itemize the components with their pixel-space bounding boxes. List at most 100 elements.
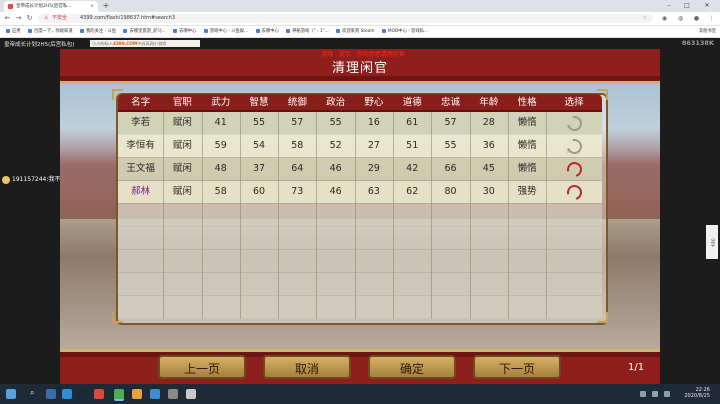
task-view-icon[interactable] (46, 389, 56, 399)
cell-wisdom: 37 (252, 163, 266, 174)
cell-politics: 46 (329, 163, 342, 174)
bookmark-icon (27, 28, 32, 33)
next-page-button[interactable]: 下一页 (473, 355, 561, 379)
warning-icon: ⚠ (44, 15, 49, 21)
cell-post: 赋闲 (172, 140, 192, 151)
cell-command: 58 (291, 140, 304, 151)
close-tab-icon[interactable]: × (90, 1, 94, 12)
ad-banner[interactable]: 小小的标入4399.COM中苏风网小游戏 (90, 40, 200, 47)
windows-start-icon[interactable] (6, 389, 16, 399)
folder-icon[interactable] (132, 389, 142, 399)
menu-icon[interactable]: ⋮ (707, 14, 716, 23)
cell-loyalty: 80 (444, 186, 457, 197)
prev-page-button[interactable]: 上一页 (158, 355, 246, 379)
app-icon-4[interactable] (186, 389, 196, 399)
close-window-icon[interactable]: ✕ (700, 0, 714, 12)
empty-table-row (118, 227, 602, 249)
network-icon[interactable] (652, 391, 658, 397)
system-clock[interactable]: 22:26 2020/8/25 (684, 387, 710, 399)
address-bar[interactable]: ⚠ 不安全 4399.com/flash/198637.htm#search3 … (38, 14, 653, 23)
column-header-trait: 性格 (517, 97, 537, 108)
cell-age: 45 (482, 163, 495, 174)
empty-table-row (118, 250, 602, 272)
cell-post: 赋闲 (172, 117, 192, 128)
cell-morality: 61 (406, 117, 419, 128)
reload-icon[interactable]: ↻ (25, 13, 34, 24)
back-icon[interactable]: ← (3, 13, 12, 24)
bookmark-item[interactable]: 去哪里旅游_驴马... (123, 26, 166, 37)
bookmark-item[interactable]: 去哪中心 (173, 26, 196, 37)
minimize-icon[interactable]: – (662, 0, 676, 12)
column-header-politics: 政治 (326, 97, 346, 108)
cell-ambition: 63 (367, 186, 380, 197)
other-bookmarks[interactable]: 其他书签 (699, 26, 716, 37)
bookmark-item[interactable]: MOD中心 - 游戏私... (381, 26, 428, 37)
bookmark-item[interactable]: 游戏中心 - 斗鱼娱... (203, 26, 248, 37)
game-canvas[interactable]: 游戏 · 提示 · 你的意思清理闲官 清理闲官 ➤ 上一页 取消 确定 下一页 … (60, 49, 660, 384)
bookmark-star-icon[interactable]: ☆ (643, 14, 647, 23)
cell-ambition: 29 (367, 163, 380, 174)
cell-post: 赋闲 (172, 163, 192, 174)
profile-icon[interactable]: ● (692, 14, 701, 23)
address-toolbar: ← → ↻ ⚠ 不安全 4399.com/flash/198637.htm#se… (0, 12, 720, 26)
cell-force: 48 (214, 163, 227, 174)
cell-command: 64 (291, 163, 304, 174)
column-header-loyalty: 忠诚 (441, 97, 461, 108)
app-icon-3[interactable] (168, 389, 178, 399)
bookmark-icon (286, 28, 291, 33)
avatar (2, 175, 10, 184)
bookmark-item[interactable]: 去哪中心 (255, 26, 279, 37)
column-header-wisdom: 智慧 (249, 97, 269, 108)
tray-icon[interactable] (640, 391, 646, 397)
cell-name: 王文福 (126, 163, 155, 174)
chrome-icon[interactable] (114, 389, 124, 401)
cell-command: 57 (291, 117, 304, 128)
bookmark-item[interactable]: 欢迎来到 Steam (336, 26, 375, 37)
app-icon[interactable] (94, 389, 104, 399)
browser-tab-bar: 皇帝成长计划2H5(后宫私... × + – □ ✕ (0, 0, 720, 12)
bookmark-item[interactable]: 应用 (6, 26, 21, 37)
cell-wisdom: 60 (252, 186, 266, 197)
cell-loyalty: 57 (444, 117, 457, 128)
column-header-select: 选择 (564, 97, 584, 108)
forward-icon[interactable]: → (14, 13, 23, 24)
share-sidebar[interactable]: 分享 (706, 225, 718, 259)
cell-politics: 46 (329, 186, 342, 197)
volume-icon[interactable] (664, 391, 670, 397)
security-label: 不安全 (52, 15, 68, 21)
extension-icon-2[interactable]: ◍ (676, 14, 685, 23)
cell-force: 41 (214, 117, 227, 128)
empty-table-row (118, 296, 602, 318)
cell-loyalty: 55 (444, 140, 457, 151)
new-tab-button[interactable]: + (101, 0, 111, 12)
bookmark-item[interactable]: 神秘游戏（" - 1"... (286, 26, 329, 37)
bookmark-icon (255, 28, 260, 33)
cell-morality: 62 (406, 186, 419, 197)
cell-trait: 懒惰 (517, 117, 537, 128)
bookmark-icon (203, 28, 208, 33)
cell-ambition: 16 (367, 117, 380, 128)
bookmark-item[interactable]: 百度一下，你就知道 (27, 26, 73, 37)
cell-trait: 懒惰 (517, 140, 537, 151)
cell-loyalty: 66 (444, 163, 457, 174)
steam-icon[interactable] (78, 389, 88, 399)
confirm-button[interactable]: 确定 (368, 355, 456, 379)
cell-command: 73 (291, 186, 304, 197)
cell-name: 李若 (131, 117, 151, 128)
chat-user[interactable]: 191157244:我不是 (2, 174, 66, 184)
search-icon[interactable]: ⌕ (30, 388, 34, 398)
cell-morality: 42 (406, 163, 419, 174)
edge-icon[interactable] (62, 389, 72, 399)
cell-age: 36 (482, 140, 495, 151)
extension-icon[interactable]: ◉ (660, 14, 669, 23)
apps-icon (6, 28, 10, 33)
cancel-button[interactable]: 取消 (263, 355, 351, 379)
app-icon-2[interactable] (150, 389, 160, 399)
cell-politics: 52 (329, 140, 342, 151)
favicon-icon (8, 4, 13, 9)
column-header-name: 名字 (131, 97, 151, 108)
cell-morality: 51 (406, 140, 419, 151)
browser-tab[interactable]: 皇帝成长计划2H5(后宫私... × (4, 1, 98, 12)
bookmark-item[interactable]: 我的关注 - 斗鱼 (80, 26, 116, 37)
maximize-icon[interactable]: □ (680, 0, 694, 12)
